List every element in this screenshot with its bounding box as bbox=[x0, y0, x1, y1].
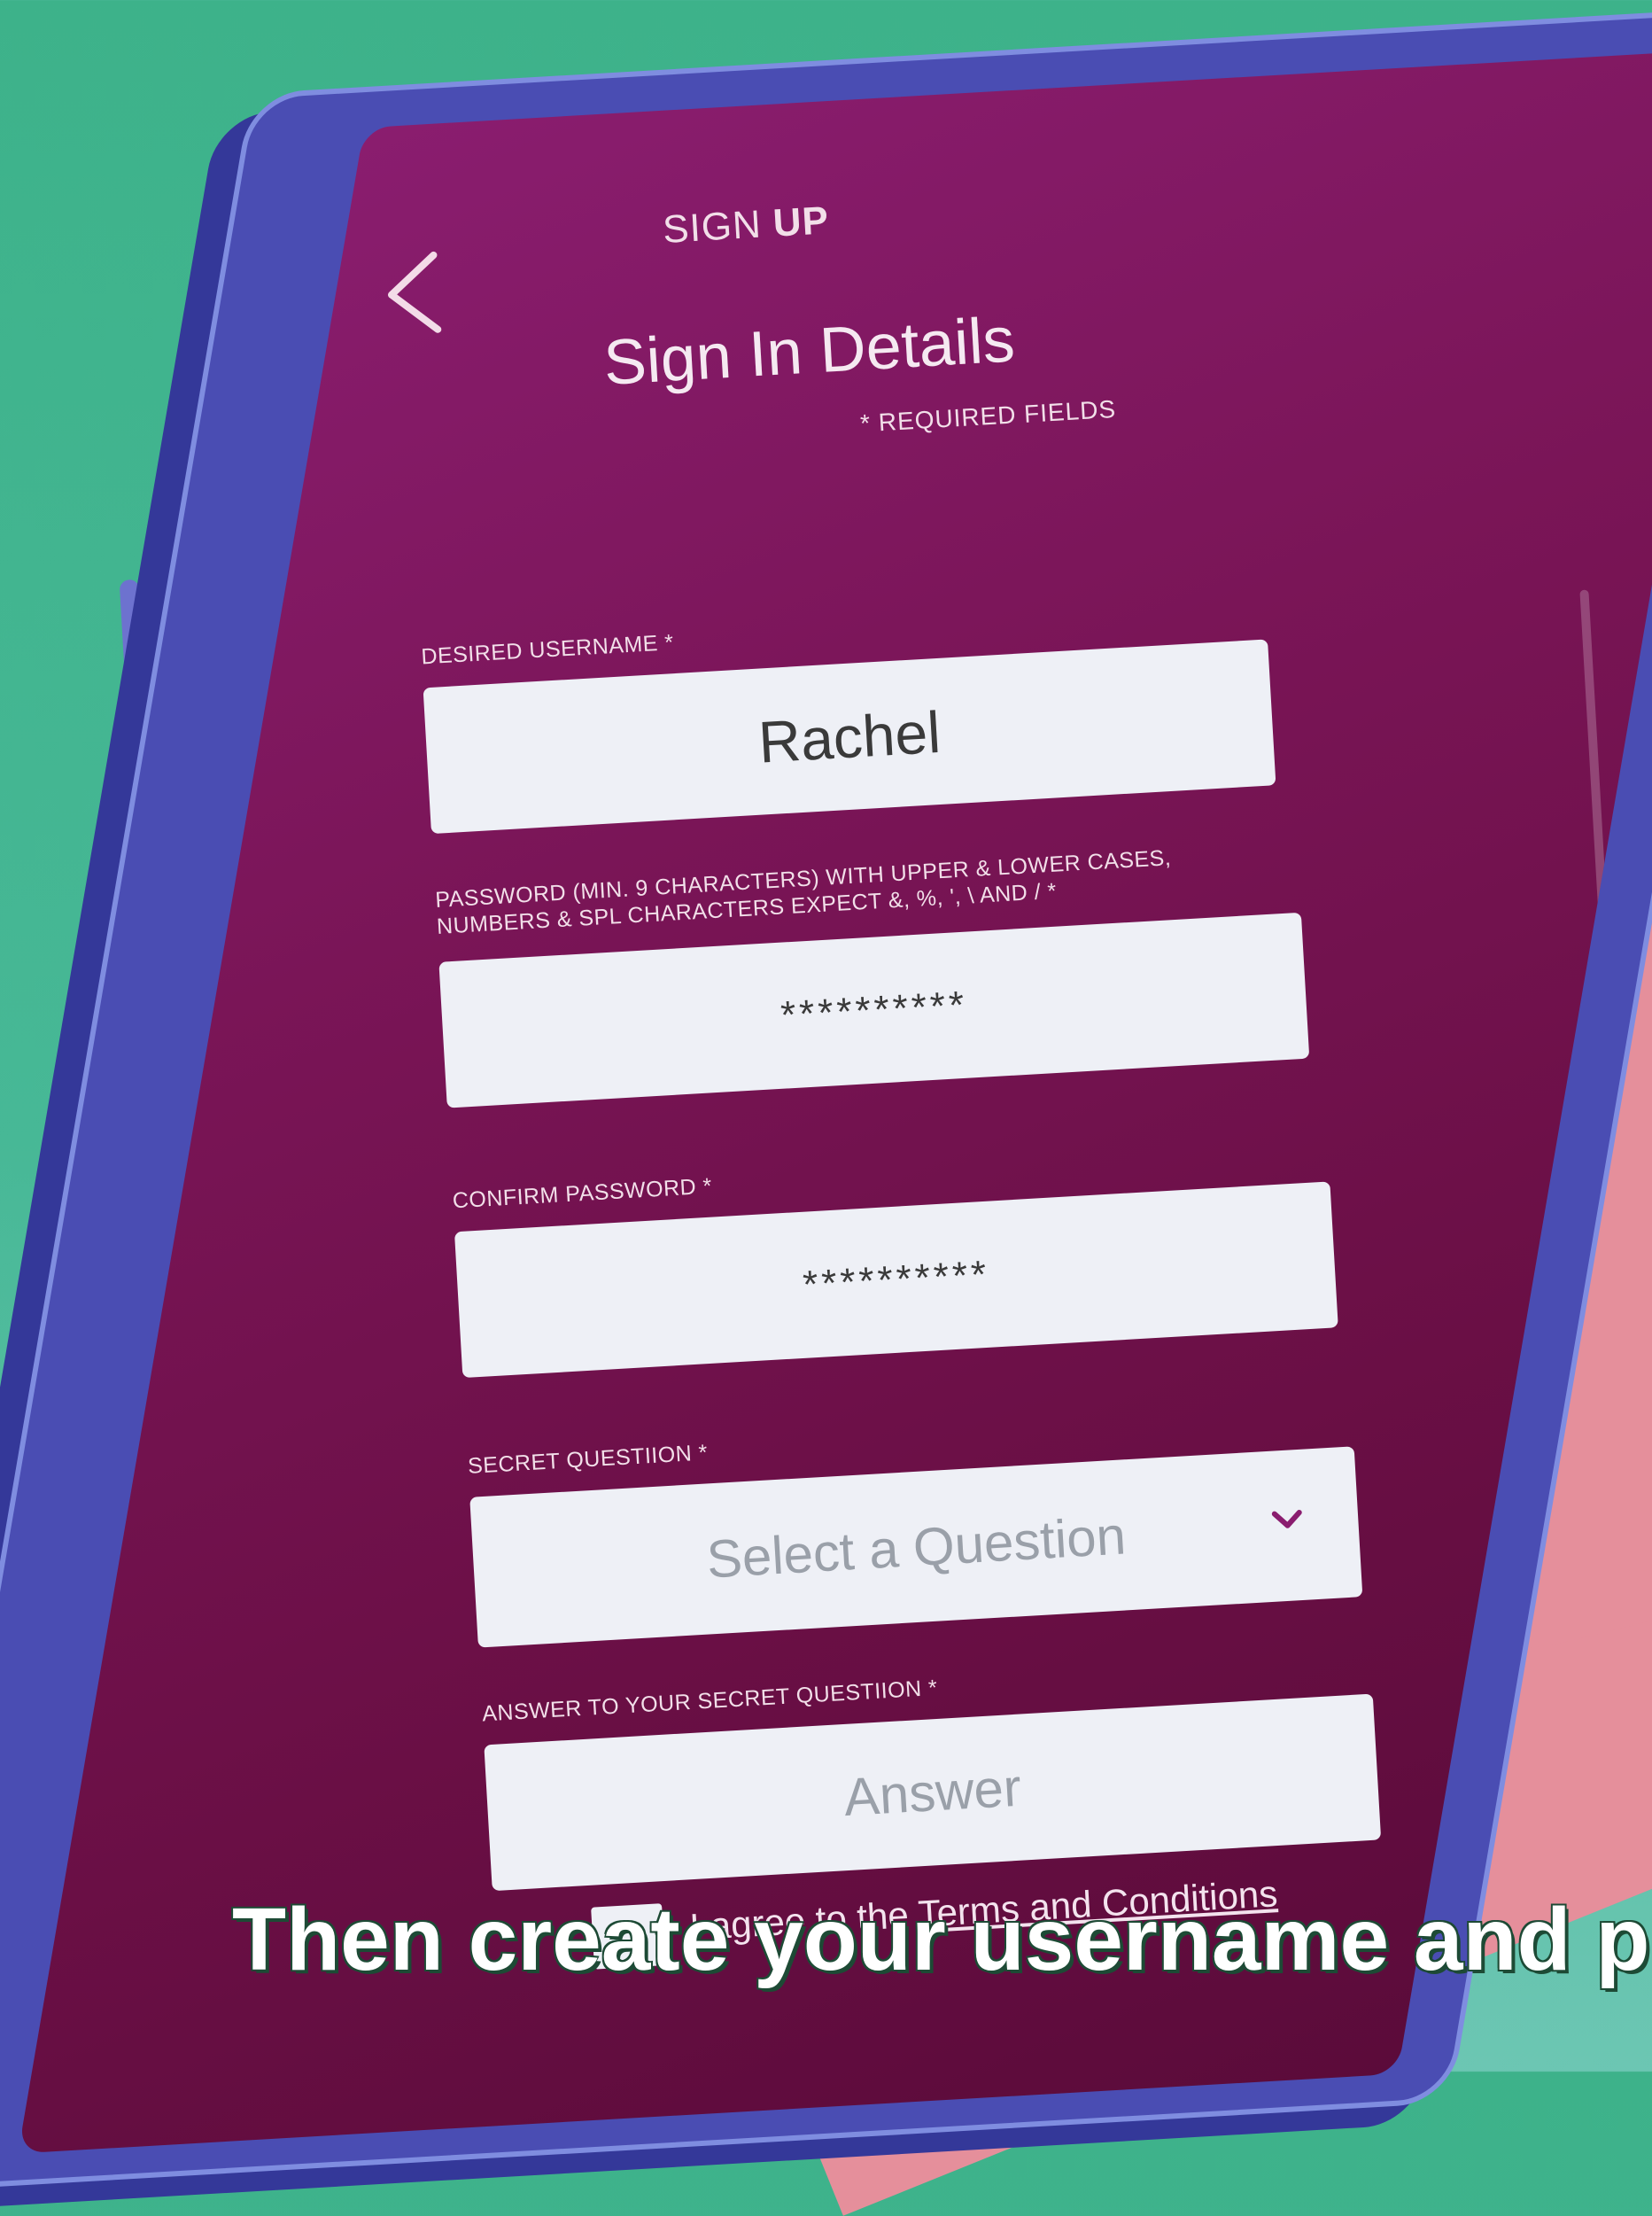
confirm-password-field[interactable]: ********** bbox=[454, 1181, 1338, 1379]
secret-answer-placeholder: Answer bbox=[842, 1757, 1023, 1828]
confirm-password-value: ********** bbox=[801, 1252, 991, 1307]
phone-screen: SIGN UP Sign In Details * REQUIRED FIELD… bbox=[18, 48, 1652, 2154]
secret-question-placeholder: Select a Question bbox=[704, 1505, 1128, 1590]
secret-answer-label: ANSWER TO YOUR SECRET QUESTIION * bbox=[481, 1675, 939, 1727]
secret-answer-field[interactable]: Answer bbox=[484, 1693, 1382, 1892]
username-field[interactable]: Rachel bbox=[423, 639, 1276, 835]
video-caption: Then create your username and p bbox=[232, 1890, 1650, 1989]
username-label: DESIRED USERNAME * bbox=[420, 630, 675, 670]
secret-question-select[interactable]: Select a Question bbox=[469, 1446, 1363, 1648]
chevron-down-icon bbox=[1271, 1510, 1302, 1528]
chevron-left-icon bbox=[387, 251, 442, 333]
screen-title-prefix: SIGN bbox=[661, 202, 764, 252]
password-field[interactable]: ********** bbox=[438, 912, 1310, 1108]
page-heading: Sign In Details bbox=[601, 304, 1017, 399]
secret-question-label: SECRET QUESTIION * bbox=[467, 1440, 709, 1479]
scrollbar[interactable] bbox=[1579, 589, 1618, 1104]
required-fields-note: * REQUIRED FIELDS bbox=[859, 394, 1117, 438]
signup-screen: SIGN UP Sign In Details * REQUIRED FIELD… bbox=[364, 48, 1652, 2127]
password-value: ********** bbox=[779, 983, 969, 1038]
confirm-password-label: CONFIRM PASSWORD * bbox=[452, 1173, 713, 1214]
back-button[interactable] bbox=[371, 247, 456, 340]
screen-title-bold: UP bbox=[772, 198, 831, 245]
screen-title: SIGN UP bbox=[662, 198, 831, 253]
username-value: Rachel bbox=[756, 698, 942, 775]
phone: SIGN UP Sign In Details * REQUIRED FIELD… bbox=[0, 0, 1652, 2193]
phone-body: SIGN UP Sign In Details * REQUIRED FIELD… bbox=[0, 4, 1652, 2193]
